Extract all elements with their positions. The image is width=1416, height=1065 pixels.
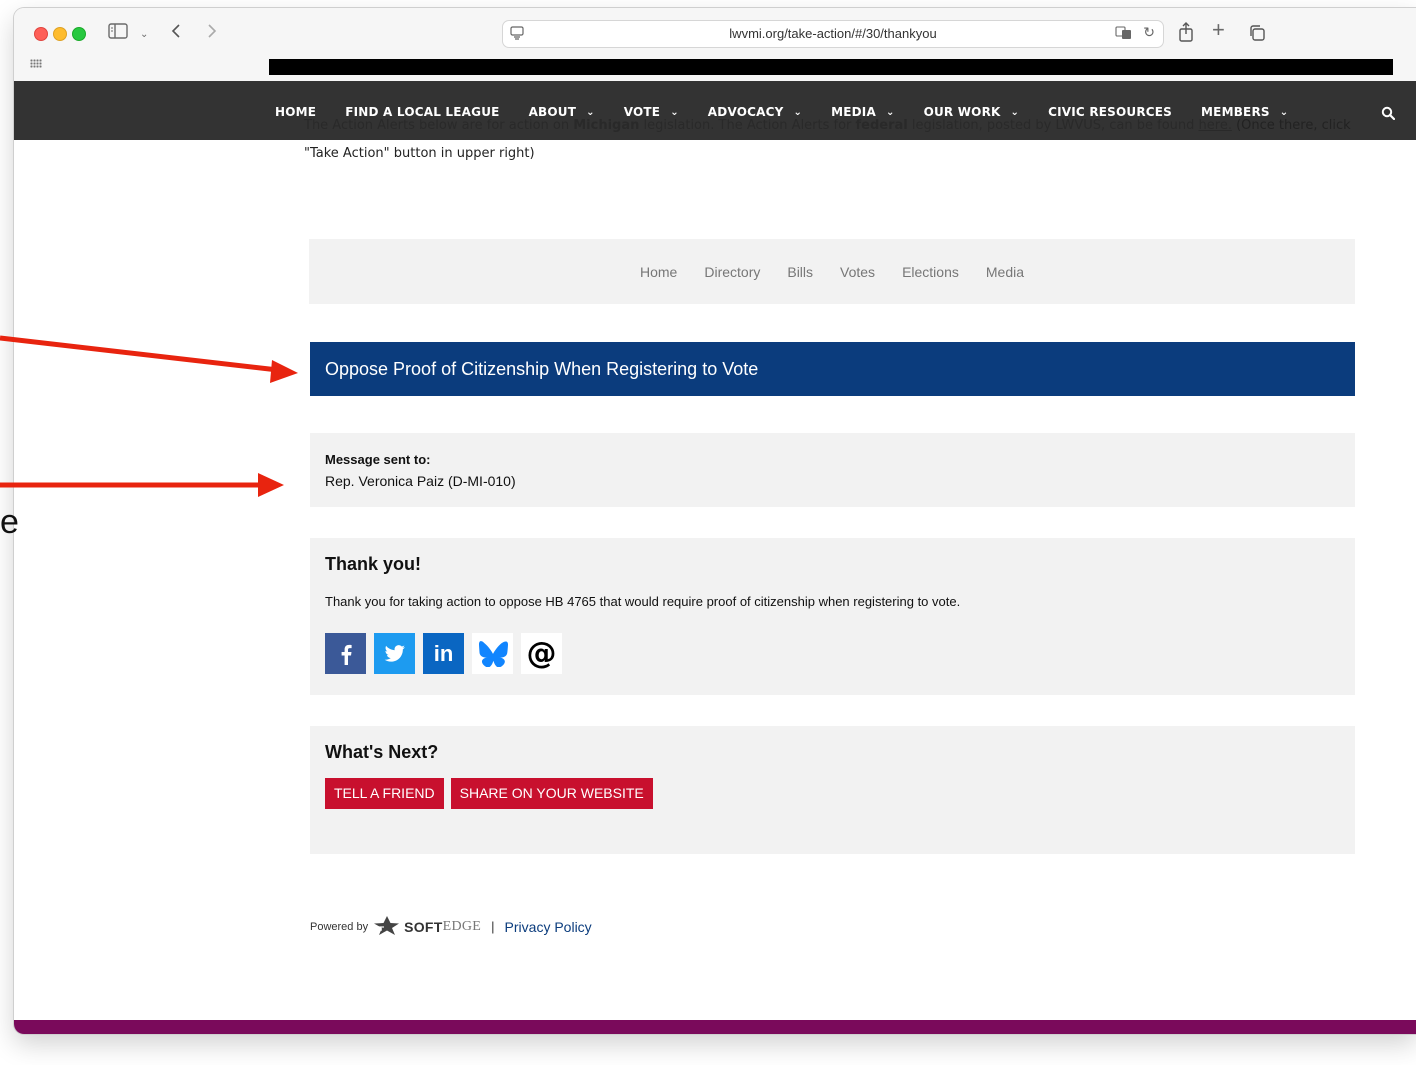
- annotation-arrowhead: [270, 360, 298, 383]
- annotation-arrow-shaft: [0, 335, 279, 373]
- annotation-arrowhead: [258, 473, 284, 497]
- annotation-letter: e: [0, 503, 19, 541]
- annotation-arrows: [0, 335, 298, 497]
